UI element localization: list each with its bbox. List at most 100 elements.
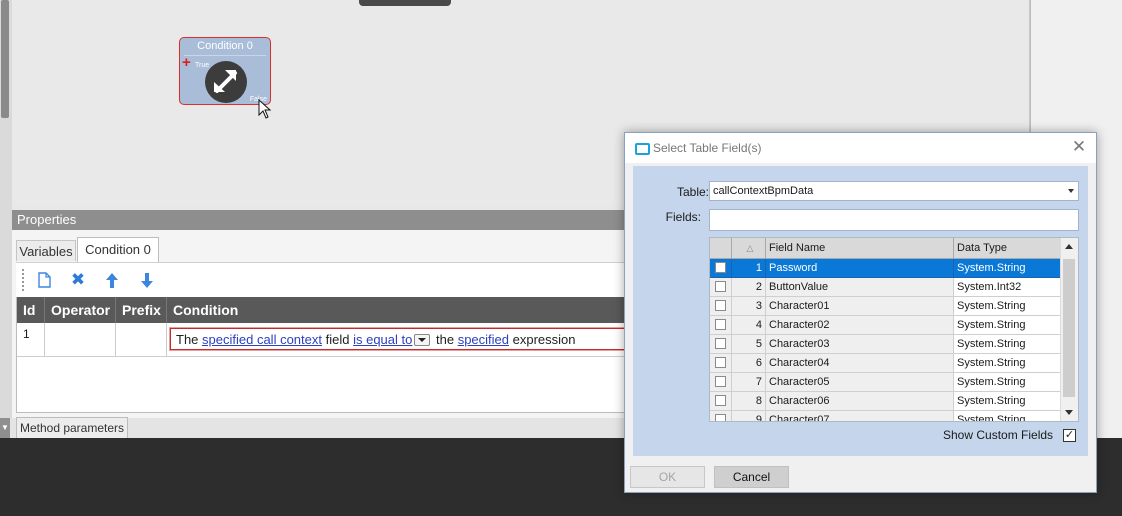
- show-custom-fields-label: Show Custom Fields: [943, 428, 1054, 442]
- ok-button[interactable]: OK: [630, 466, 705, 488]
- table-label: Table:: [676, 185, 709, 199]
- row-number: 9: [732, 411, 766, 421]
- tab-method-parameters[interactable]: Method parameters: [16, 417, 128, 438]
- row-checkbox[interactable]: [715, 357, 726, 368]
- left-scrollbar[interactable]: [0, 0, 12, 438]
- add-connection-icon[interactable]: +: [182, 55, 191, 70]
- dialog-titlebar[interactable]: Select Table Field(s) ✕: [625, 133, 1096, 163]
- field-name-cell: Character07: [766, 411, 954, 421]
- row-checkbox-cell[interactable]: [710, 297, 732, 316]
- row-number: 1: [732, 259, 766, 278]
- tab-condition-0[interactable]: Condition 0: [77, 237, 159, 262]
- data-type-cell: System.String: [954, 373, 1062, 392]
- column-header-operator[interactable]: Operator: [45, 297, 116, 323]
- row-checkbox-cell[interactable]: [710, 411, 732, 421]
- row-checkbox[interactable]: [715, 376, 726, 387]
- scroll-up-icon[interactable]: [1065, 244, 1073, 249]
- data-type-cell: System.String: [954, 297, 1062, 316]
- row-checkbox-cell[interactable]: [710, 335, 732, 354]
- data-type-cell: System.String: [954, 259, 1062, 278]
- table-row[interactable]: 8 Character06 System.String: [710, 392, 1062, 411]
- tab-variables[interactable]: Variables: [16, 240, 76, 261]
- table-row[interactable]: 6 Character04 System.String: [710, 354, 1062, 373]
- canvas-top-handle[interactable]: [359, 0, 451, 6]
- move-up-icon[interactable]: [102, 270, 122, 290]
- field-name-cell: Character04: [766, 354, 954, 373]
- table-row[interactable]: 9 Character07 System.String: [710, 411, 1062, 421]
- condition-node-divider: [184, 55, 266, 56]
- is-equal-to-link[interactable]: is equal to: [353, 332, 412, 347]
- condition-text: The: [176, 332, 199, 347]
- dialog-body: Table: callContextBpmData Fields: △ Fiel…: [633, 166, 1088, 456]
- field-list-grid: △ Field Name Data Type 1 Password System…: [709, 237, 1079, 422]
- table-row[interactable]: 7 Character05 System.String: [710, 373, 1062, 392]
- chevron-down-icon[interactable]: [414, 334, 431, 346]
- data-type-cell: System.String: [954, 316, 1062, 335]
- condition-expression-editor: The specified call context field is equa…: [169, 327, 631, 351]
- field-name-cell: Character06: [766, 392, 954, 411]
- row-number: 7: [732, 373, 766, 392]
- new-document-icon[interactable]: [34, 270, 54, 290]
- column-header-data-type[interactable]: Data Type: [954, 238, 1062, 258]
- scrollbar-thumb[interactable]: [1063, 259, 1075, 397]
- table-row[interactable]: 5 Character03 System.String: [710, 335, 1062, 354]
- dialog-title: Select Table Field(s): [653, 141, 762, 155]
- cell-operator[interactable]: [45, 323, 116, 356]
- row-number: 3: [732, 297, 766, 316]
- column-header-select[interactable]: [710, 238, 732, 258]
- table-dropdown[interactable]: callContextBpmData: [709, 181, 1079, 201]
- data-type-cell: System.String: [954, 354, 1062, 373]
- row-number: 2: [732, 278, 766, 297]
- row-checkbox[interactable]: [715, 319, 726, 330]
- field-name-cell: Password: [766, 259, 954, 278]
- column-header-prefix[interactable]: Prefix: [116, 297, 167, 323]
- app-window-icon: [635, 143, 650, 155]
- column-header-field-name[interactable]: Field Name: [766, 238, 954, 258]
- table-row[interactable]: 2 ButtonValue System.Int32: [710, 278, 1062, 297]
- row-checkbox-cell[interactable]: [710, 392, 732, 411]
- specified-call-context-link[interactable]: specified call context: [202, 332, 322, 347]
- left-scrollbar-thumb[interactable]: [1, 0, 9, 118]
- row-checkbox-cell[interactable]: [710, 259, 732, 278]
- condition-node-title: Condition 0: [197, 40, 253, 52]
- cancel-button[interactable]: Cancel: [714, 466, 789, 488]
- specified-expression-link[interactable]: specified: [458, 332, 509, 347]
- table-row[interactable]: 1 Password System.String: [710, 259, 1062, 278]
- data-type-cell: System.Int32: [954, 278, 1062, 297]
- chevron-down-icon[interactable]: [1068, 189, 1074, 193]
- move-down-icon[interactable]: [137, 270, 157, 290]
- row-checkbox[interactable]: [715, 300, 726, 311]
- toolbar-grip[interactable]: [22, 269, 24, 291]
- column-header-id[interactable]: Id: [17, 297, 45, 323]
- cell-prefix[interactable]: [116, 323, 167, 356]
- row-number: 4: [732, 316, 766, 335]
- scroll-down-icon[interactable]: [1065, 410, 1073, 415]
- field-name-cell: Character01: [766, 297, 954, 316]
- field-name-cell: ButtonValue: [766, 278, 954, 297]
- field-name-cell: Character05: [766, 373, 954, 392]
- row-checkbox-cell[interactable]: [710, 373, 732, 392]
- condition-node[interactable]: Condition 0 + True False: [179, 37, 271, 105]
- close-icon[interactable]: ✕: [1070, 137, 1088, 157]
- cell-id: 1: [17, 323, 45, 356]
- fields-input[interactable]: [709, 209, 1079, 231]
- field-grid-scrollbar[interactable]: [1060, 238, 1078, 421]
- show-custom-fields-checkbox[interactable]: ✓: [1063, 429, 1076, 442]
- row-checkbox-cell[interactable]: [710, 354, 732, 373]
- row-checkbox[interactable]: [715, 338, 726, 349]
- row-checkbox-cell[interactable]: [710, 278, 732, 297]
- delete-icon[interactable]: ✖: [68, 270, 88, 290]
- conditions-grid-header: Id Operator Prefix Condition: [17, 297, 625, 323]
- row-checkbox[interactable]: [715, 395, 726, 406]
- triangle-down-icon[interactable]: ▼: [0, 418, 10, 438]
- field-name-cell: Character02: [766, 316, 954, 335]
- conditions-grid: Id Operator Prefix Condition 1: [16, 297, 626, 413]
- table-row[interactable]: 3 Character01 System.String: [710, 297, 1062, 316]
- column-header-condition[interactable]: Condition: [167, 297, 627, 323]
- row-checkbox[interactable]: [715, 414, 726, 421]
- row-checkbox-cell[interactable]: [710, 316, 732, 335]
- row-checkbox[interactable]: [715, 262, 726, 273]
- table-row[interactable]: 4 Character02 System.String: [710, 316, 1062, 335]
- sort-triangle-icon[interactable]: △: [732, 238, 766, 258]
- row-checkbox[interactable]: [715, 281, 726, 292]
